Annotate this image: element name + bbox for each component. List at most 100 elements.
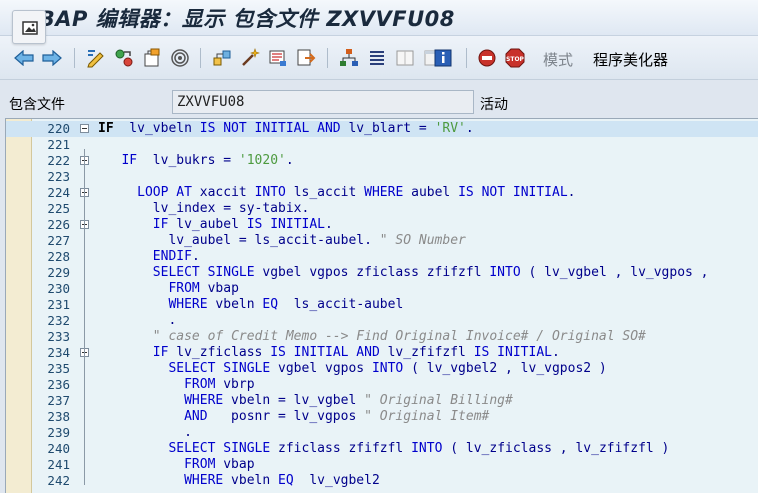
- fold-guide: [84, 149, 85, 485]
- back-arrow-icon[interactable]: [13, 47, 35, 69]
- line-number: 223: [47, 169, 70, 184]
- active-inactive-icon[interactable]: [113, 47, 135, 69]
- code-line[interactable]: 235 SELECT SINGLE vgbel vgpos INTO ( lv_…: [6, 361, 758, 377]
- hierarchy-icon[interactable]: [211, 47, 233, 69]
- magic-wand-icon[interactable]: [239, 47, 261, 69]
- code-text: .: [98, 425, 192, 440]
- line-number: 229: [47, 265, 70, 280]
- title-bar: ABAP 编辑器：显示 包含文件 ZXVVFU08: [0, 0, 758, 44]
- system-menu-icon[interactable]: [12, 10, 46, 44]
- code-line[interactable]: 239 .: [6, 425, 758, 441]
- line-number: 233: [47, 329, 70, 344]
- code-line[interactable]: 231 WHERE vbeln EQ ls_accit-aubel: [6, 297, 758, 313]
- line-number: 226: [47, 217, 70, 232]
- code-line[interactable]: 221: [6, 137, 758, 153]
- insert-statement-icon[interactable]: [295, 47, 317, 69]
- stack-icon[interactable]: [366, 47, 388, 69]
- code-line[interactable]: 222 IF lv_bukrs = '1020'.: [6, 153, 758, 169]
- svg-text:STOP: STOP: [506, 56, 525, 63]
- toolbar-separator: [466, 48, 467, 68]
- code-text: SELECT SINGLE zficlass zfifzfl INTO ( lv…: [168, 441, 670, 456]
- code-line[interactable]: 242 WHERE vbeln EQ lv_vgbel2: [6, 473, 758, 489]
- stop-icon[interactable]: STOP: [504, 47, 526, 69]
- line-number: 221: [47, 137, 70, 152]
- code-text: SELECT SINGLE vgbel vgpos INTO ( lv_vgbe…: [168, 361, 607, 376]
- print-layout-icon[interactable]: [267, 47, 289, 69]
- include-label: 包含文件: [9, 97, 65, 113]
- code-line[interactable]: 241 FROM vbap: [6, 457, 758, 473]
- code-line[interactable]: 237 WHERE vbeln = lv_vgbel " Original Bi…: [6, 393, 758, 409]
- toolbar-separator: [327, 48, 328, 68]
- code-text: SELECT SINGLE vgbel vgpos zficlass zfifz…: [152, 265, 709, 280]
- breakpoint-icon[interactable]: [476, 47, 498, 69]
- code-line[interactable]: 224 LOOP AT xaccit INTO ls_accit WHERE a…: [6, 185, 758, 201]
- line-number: 225: [47, 201, 70, 216]
- include-field-row: 包含文件 ZXVVFU08 活动: [0, 80, 758, 116]
- code-text: lv_index = sy-tabix.: [98, 201, 310, 216]
- code-line[interactable]: 227 lv_aubel = ls_accit-aubel. " SO Numb…: [6, 233, 758, 249]
- code-line[interactable]: 223: [6, 169, 758, 185]
- line-number: 232: [47, 313, 70, 328]
- line-number: 227: [47, 233, 70, 248]
- line-number: 240: [47, 441, 70, 456]
- code-line[interactable]: 228 ENDIF.: [6, 249, 758, 265]
- line-number: 231: [47, 297, 70, 312]
- line-number: 230: [47, 281, 70, 296]
- code-line[interactable]: 236 FROM vbrp: [6, 377, 758, 393]
- code-text: AND posnr = lv_vgpos " Original Item#: [184, 409, 490, 424]
- toolbar-separator: [74, 48, 75, 68]
- code-line[interactable]: 226 IF lv_aubel IS INITIAL.: [6, 217, 758, 233]
- code-text: LOOP AT xaccit INTO ls_accit WHERE aubel…: [137, 185, 576, 200]
- code-editor[interactable]: 220 IF lv_vbeln IS NOT INITIAL AND lv_bla…: [5, 118, 758, 493]
- structure-icon[interactable]: [338, 47, 360, 69]
- code-line[interactable]: 230 FROM vbap: [6, 281, 758, 297]
- code-text: IF lv_vbeln IS NOT INITIAL AND lv_blart …: [98, 121, 474, 136]
- code-line[interactable]: 232 .: [6, 313, 758, 329]
- mode-button[interactable]: 模式: [543, 49, 573, 70]
- where-used-icon[interactable]: [169, 47, 191, 69]
- code-line[interactable]: 233 " case of Credit Memo --> Find Origi…: [6, 329, 758, 345]
- code-text: FROM vbrp: [184, 377, 255, 392]
- code-text: IF lv_bukrs = '1020'.: [121, 153, 294, 168]
- line-number: 239: [47, 425, 70, 440]
- line-number: 222: [47, 153, 70, 168]
- code-text: FROM vbap: [184, 457, 255, 472]
- code-line[interactable]: 225 lv_index = sy-tabix.: [6, 201, 758, 217]
- display-change-icon[interactable]: [85, 47, 107, 69]
- code-text: WHERE vbeln EQ lv_vgbel2: [184, 473, 380, 488]
- window-title: ABAP 编辑器：显示 包含文件 ZXVVFU08: [22, 7, 455, 31]
- code-text: IF lv_zficlass IS INITIAL AND lv_zfifzfl…: [152, 345, 560, 360]
- other-object-icon[interactable]: [141, 47, 163, 69]
- code-text: FROM vbap: [168, 281, 239, 296]
- line-number: 228: [47, 249, 70, 264]
- line-number: 241: [47, 457, 70, 472]
- forward-arrow-icon[interactable]: [41, 47, 63, 69]
- line-number: 238: [47, 409, 70, 424]
- status-label: 活动: [480, 97, 508, 113]
- include-input[interactable]: ZXVVFU08: [172, 90, 474, 114]
- line-number: 236: [47, 377, 70, 392]
- split-screen-icon[interactable]: [394, 47, 416, 69]
- code-text: lv_aubel = ls_accit-aubel. " SO Number: [98, 233, 466, 248]
- line-number: 220: [47, 121, 70, 136]
- code-line[interactable]: 238 AND posnr = lv_vgpos " Original Item…: [6, 409, 758, 425]
- fold-toggle-icon[interactable]: [80, 124, 89, 133]
- abap-editor-window: ABAP 编辑器：显示 包含文件 ZXVVFU08 STOP 模式 程序美化器 …: [0, 0, 758, 493]
- info-icon[interactable]: [432, 47, 454, 69]
- line-number: 242: [47, 473, 70, 488]
- code-line[interactable]: 220 IF lv_vbeln IS NOT INITIAL AND lv_bla…: [6, 121, 758, 137]
- code-text: .: [98, 313, 177, 328]
- pretty-printer-button[interactable]: 程序美化器: [593, 49, 668, 70]
- code-text: ENDIF.: [152, 249, 200, 264]
- code-text: WHERE vbeln = lv_vgbel " Original Billin…: [184, 393, 513, 408]
- code-text: IF lv_aubel IS INITIAL.: [152, 217, 333, 232]
- toolbar-separator: [200, 48, 201, 68]
- line-number: 234: [47, 345, 70, 360]
- line-number: 224: [47, 185, 70, 200]
- code-text: " case of Credit Memo --> Find Original …: [152, 329, 646, 344]
- code-line[interactable]: 234 IF lv_zficlass IS INITIAL AND lv_zfi…: [6, 345, 758, 361]
- code-line[interactable]: 240 SELECT SINGLE zficlass zfifzfl INTO …: [6, 441, 758, 457]
- code-line[interactable]: 229 SELECT SINGLE vgbel vgpos zficlass z…: [6, 265, 758, 281]
- line-number: 237: [47, 393, 70, 408]
- code-text: WHERE vbeln EQ ls_accit-aubel: [168, 297, 404, 312]
